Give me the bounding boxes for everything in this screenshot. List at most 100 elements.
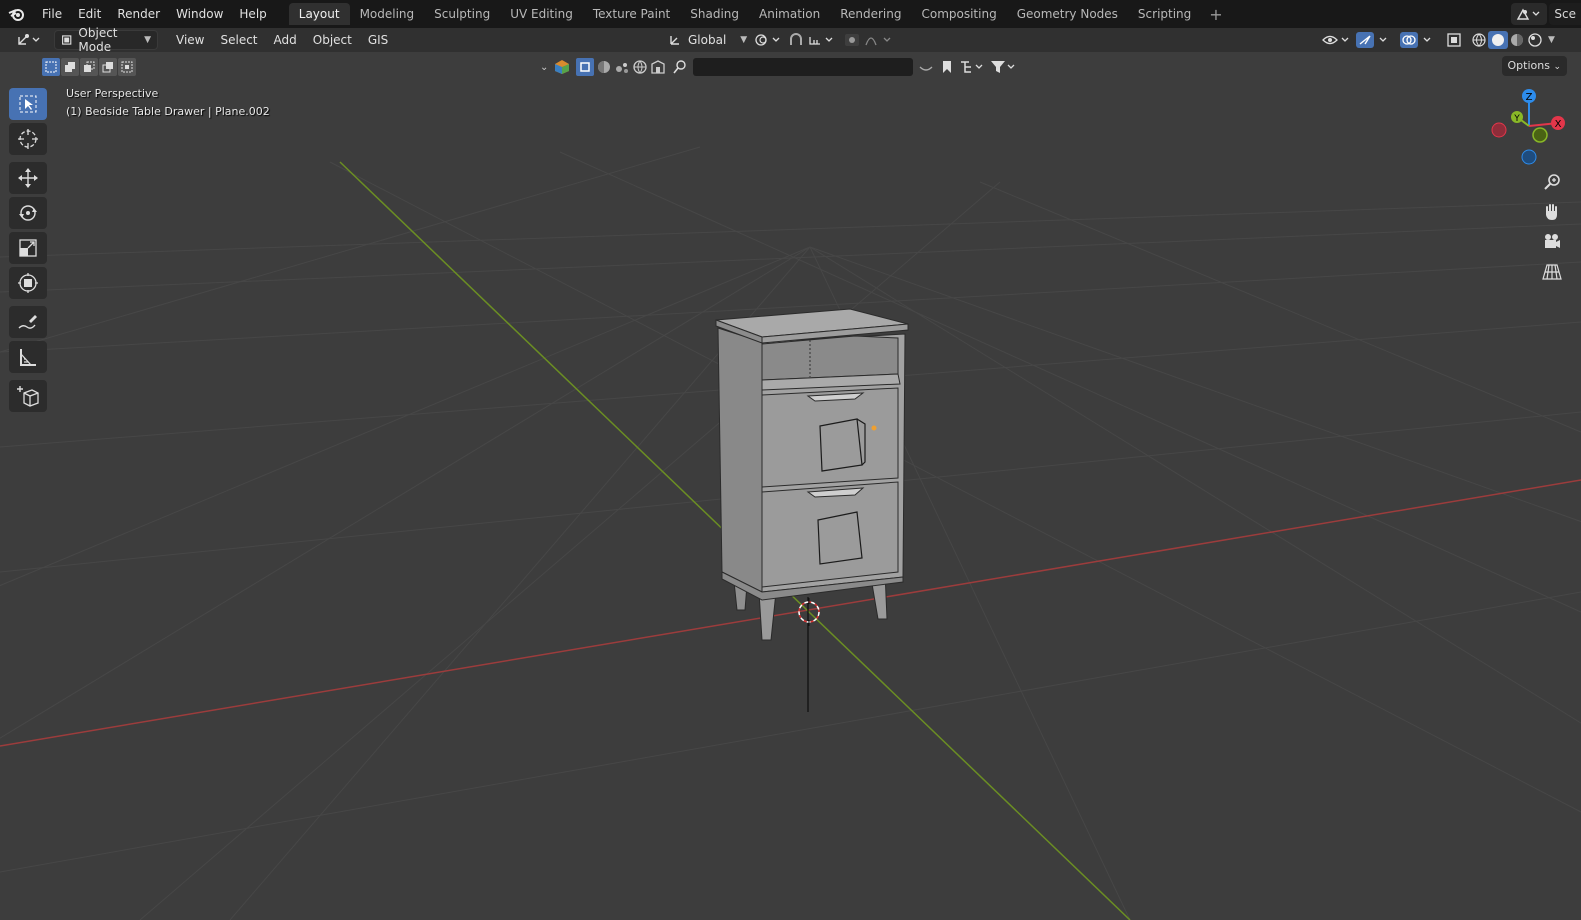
tab-uv-editing[interactable]: UV Editing: [500, 3, 583, 25]
add-cube-tool[interactable]: [9, 380, 47, 412]
camera-icon: [1545, 234, 1560, 248]
add-cube-icon: [17, 386, 39, 407]
shading-rendered-icon[interactable]: [1526, 31, 1544, 49]
shading-solid-icon[interactable]: [1488, 31, 1508, 49]
tab-geometry-nodes[interactable]: Geometry Nodes: [1007, 3, 1128, 25]
pan-button[interactable]: [1538, 198, 1566, 226]
sphere-icon[interactable]: [595, 59, 613, 75]
menu-render[interactable]: Render: [109, 0, 168, 28]
chevron-down-icon[interactable]: ⌄: [540, 62, 548, 73]
shading-material-icon[interactable]: [1508, 31, 1526, 49]
cursor-crosshair-icon: [18, 129, 38, 149]
gizmo-toggle[interactable]: [1350, 30, 1396, 50]
move-tool[interactable]: [9, 162, 47, 194]
3d-viewport[interactable]: ⌄ Options ⌄ User Perspective (1) Bedside…: [0, 52, 1581, 920]
options-dropdown[interactable]: Options ⌄: [1501, 56, 1567, 76]
top-bar: File Edit Render Window Help Layout Mode…: [0, 0, 1581, 28]
x-axis-label: X: [1555, 119, 1562, 130]
navigation-gizmo[interactable]: Z X Y: [1489, 86, 1569, 166]
overlays-toggle[interactable]: [1394, 30, 1440, 50]
editor-type-button[interactable]: [10, 30, 48, 50]
tab-compositing[interactable]: Compositing: [911, 3, 1006, 25]
scale-icon: [19, 239, 37, 257]
object-mode-icon: [62, 35, 72, 45]
zoom-button[interactable]: [1538, 168, 1566, 196]
cursor-tool[interactable]: [9, 123, 47, 155]
perspective-toggle-button[interactable]: [1538, 258, 1566, 286]
bookmark-icon[interactable]: [939, 59, 955, 75]
ruler-icon: [20, 349, 36, 366]
shading-wireframe-icon[interactable]: [1470, 31, 1488, 49]
camera-view-button[interactable]: [1538, 228, 1566, 256]
proportional-editing-toggle[interactable]: [838, 30, 902, 50]
chevron-down-icon: ▼: [144, 35, 151, 45]
transform-orientation-dropdown[interactable]: Global ▼: [662, 30, 753, 50]
scene-settings-icon[interactable]: [649, 59, 667, 75]
filter-dropdown-icon[interactable]: [917, 59, 935, 75]
mode-dropdown[interactable]: Object Mode ▼: [54, 26, 158, 54]
menu-file[interactable]: File: [34, 0, 70, 28]
hand-icon: [1546, 204, 1557, 220]
world-icon[interactable]: [631, 59, 649, 75]
menu-gis[interactable]: GIS: [360, 33, 396, 47]
annotate-tool[interactable]: [9, 306, 47, 338]
viewport-header: Object Mode ▼ View Select Add Object GIS…: [0, 26, 1581, 54]
workspace-tabs: Layout Modeling Sculpting UV Editing Tex…: [288, 0, 1231, 28]
select-extend-icon[interactable]: [61, 58, 79, 76]
transform-tool[interactable]: [9, 267, 47, 299]
scale-tool[interactable]: [9, 232, 47, 264]
shading-modes: ▼: [1464, 30, 1561, 50]
chevron-down-icon: ▼: [740, 35, 748, 45]
bedside-table-model[interactable]: [715, 308, 909, 641]
chevron-down-icon[interactable]: ▼: [1548, 35, 1555, 45]
hierarchy-icon[interactable]: [959, 59, 985, 75]
filter-selectable-icon[interactable]: [576, 58, 595, 76]
select-intersect-icon[interactable]: [118, 58, 136, 76]
tab-texture-paint[interactable]: Texture Paint: [583, 3, 680, 25]
neg-z-axis-handle[interactable]: [1521, 149, 1537, 165]
scene-selector: Sce: [1511, 3, 1581, 25]
menu-select[interactable]: Select: [212, 33, 265, 47]
blender-logo-icon[interactable]: [0, 0, 34, 28]
search-input[interactable]: [693, 58, 914, 76]
rotate-tool[interactable]: [9, 197, 47, 229]
tab-scripting[interactable]: Scripting: [1128, 3, 1201, 25]
editor-type-icon: [18, 34, 40, 45]
scene-name-field[interactable]: Sce: [1549, 3, 1581, 25]
select-invert-icon[interactable]: [99, 58, 117, 76]
funnel-icon[interactable]: [989, 59, 1017, 75]
add-workspace-button[interactable]: +: [1201, 5, 1230, 24]
tab-layout[interactable]: Layout: [288, 3, 350, 25]
select-box-tool[interactable]: [9, 88, 47, 120]
neg-x-axis-handle[interactable]: [1491, 122, 1507, 138]
select-subtract-icon[interactable]: [80, 58, 98, 76]
menu-view[interactable]: View: [168, 33, 212, 47]
orientation-icon: [670, 36, 679, 45]
view-name: User Perspective: [66, 87, 159, 100]
gizmo-icon: [1356, 32, 1387, 48]
tab-rendering[interactable]: Rendering: [830, 3, 911, 25]
menu-add[interactable]: Add: [266, 33, 305, 47]
tab-animation[interactable]: Animation: [749, 3, 830, 25]
xray-icon: [1447, 33, 1461, 47]
snap-toggle[interactable]: [782, 30, 842, 50]
cube-icon[interactable]: [554, 59, 570, 75]
menu-help[interactable]: Help: [231, 0, 274, 28]
tab-modeling[interactable]: Modeling: [350, 3, 425, 25]
tab-sculpting[interactable]: Sculpting: [424, 3, 500, 25]
particles-icon[interactable]: [613, 59, 631, 75]
magnet-icon: [790, 33, 833, 45]
menu-window[interactable]: Window: [168, 0, 231, 28]
y-axis-label: Y: [1513, 114, 1520, 124]
measure-tool[interactable]: [9, 341, 47, 373]
outliner-filter-row: ⌄: [540, 56, 1017, 78]
tab-shading[interactable]: Shading: [680, 3, 749, 25]
select-cursor-icon: [19, 95, 37, 113]
menu-edit[interactable]: Edit: [70, 0, 109, 28]
menu-object[interactable]: Object: [305, 33, 360, 47]
select-new-icon[interactable]: [42, 58, 60, 76]
orientation-label: Global: [688, 33, 727, 47]
scene-browse-button[interactable]: [1511, 3, 1548, 25]
overlays-icon: [1400, 32, 1431, 48]
neg-y-axis-handle[interactable]: [1532, 127, 1548, 143]
